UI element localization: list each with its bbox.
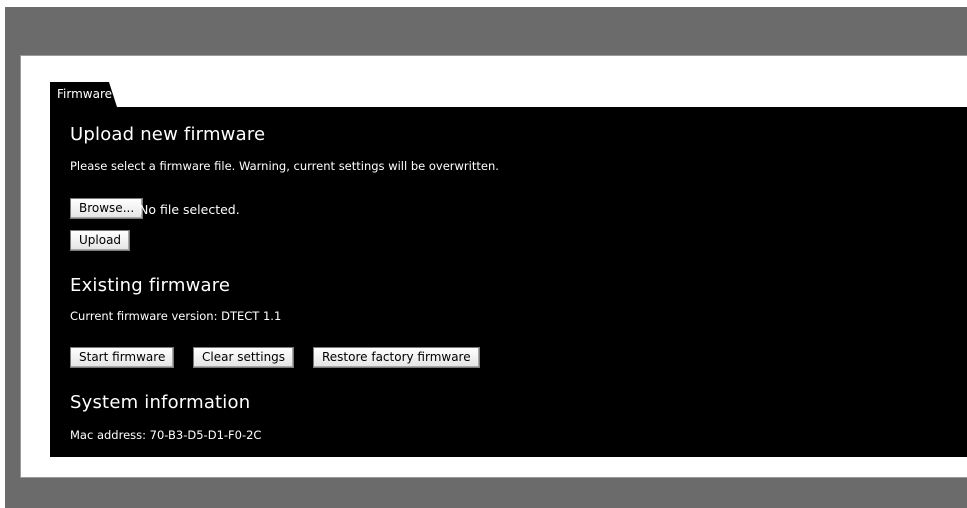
upload-heading: Upload new firmware <box>70 124 266 145</box>
file-status: No file selected. <box>139 202 240 217</box>
firmware-version: Current firmware version: DTECT 1.1 <box>70 309 282 323</box>
upload-description: Please select a firmware file. Warning, … <box>70 159 499 173</box>
firmware-card: Firmware Upload new firmware Please sele… <box>20 55 967 478</box>
restore-factory-button[interactable]: Restore factory firmware <box>313 347 480 368</box>
system-heading: System information <box>70 392 251 413</box>
browse-button[interactable]: Browse... <box>70 198 144 219</box>
existing-heading: Existing firmware <box>70 275 231 296</box>
clear-settings-button[interactable]: Clear settings <box>193 347 295 368</box>
mac-address: Mac address: 70-B3-D5-D1-F0-2C <box>70 428 262 442</box>
upload-button[interactable]: Upload <box>70 230 131 251</box>
start-firmware-button[interactable]: Start firmware <box>70 347 175 368</box>
tab-firmware[interactable]: Firmware <box>50 82 117 107</box>
firmware-panel: Upload new firmware Please select a firm… <box>50 107 967 457</box>
